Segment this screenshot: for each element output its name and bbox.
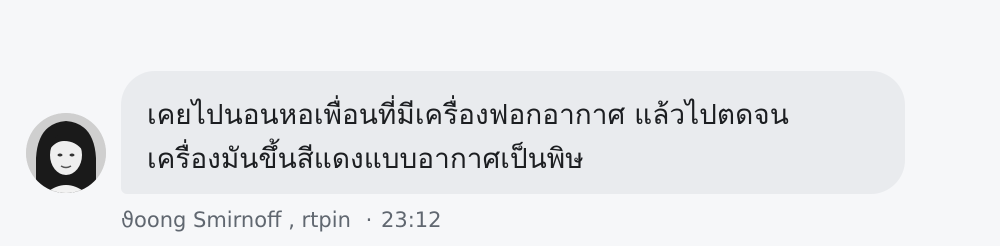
avatar[interactable] (26, 113, 106, 193)
message-bubble[interactable]: เคยไปนอนหอเพื่อนที่มีเครื่องฟอกอากาศ แล้… (121, 71, 905, 194)
chat-message-row: เคยไปนอนหอเพื่อนที่มีเครื่องฟอกอากาศ แล้… (0, 0, 1000, 246)
message-timestamp: 23:12 (380, 208, 442, 232)
avatar-photo-image (26, 113, 106, 193)
message-text-line: เคยไปนอนหอเพื่อนที่มีเครื่องฟอกอากาศ แล้… (147, 98, 789, 131)
meta-separator: · (365, 208, 373, 232)
message-text-line: เครื่องมันขึ้นสีแดงแบบอากาศเป็นพิษ (147, 142, 584, 175)
message-meta: ϑoong Smirnoff , rtpin · 23:12 (121, 205, 442, 235)
author-name[interactable]: ϑoong Smirnoff , rtpin (121, 208, 351, 232)
